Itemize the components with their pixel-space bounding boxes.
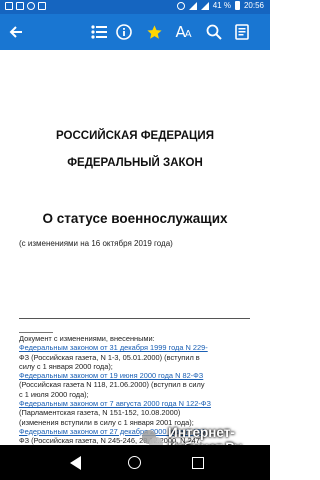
document-line: Документ с изменениями, внесенными: <box>19 334 155 343</box>
font-size-big-a: A <box>175 23 185 41</box>
document-title: О статусе военнослужащих <box>42 211 228 226</box>
wifi-icon <box>176 1 185 10</box>
font-size-icon[interactable]: AA <box>169 14 197 50</box>
document-heading-law-type: ФЕДЕРАЛЬНЫЙ ЗАКОН <box>67 157 203 169</box>
clock: 20:56 <box>243 1 264 10</box>
amendment-link[interactable]: Федеральным законом от 31 декабря 1999 г… <box>19 343 255 352</box>
signal-icon <box>188 1 197 10</box>
document-amendment-note: (с изменениями на 16 октября 2019 года) <box>19 239 173 248</box>
star-icon[interactable] <box>140 14 168 50</box>
document-line: ФЗ (Российская газета, N 1-3, 05.01.2000… <box>19 352 200 362</box>
status-bar: 41 % 20:56 <box>0 0 270 14</box>
document-line: (Российская газета N 118, 21.06.2000) (в… <box>19 380 205 390</box>
amendment-link[interactable]: Федеральным законом от 7 августа 2000 го… <box>19 399 255 408</box>
toolbar: AA <box>0 14 270 50</box>
nav-recent-apps-icon[interactable] <box>188 453 208 473</box>
navigation-bar <box>0 445 270 480</box>
amendment-link[interactable]: Федеральным законом от 19 июня 2000 года… <box>19 371 255 380</box>
document-heading-country: РОССИЙСКАЯ ФЕДЕРАЦИЯ <box>56 130 214 142</box>
notification-icon <box>38 2 46 10</box>
info-icon[interactable] <box>110 14 138 50</box>
watermark-line1: Интернет- <box>168 425 235 440</box>
divider <box>19 332 53 333</box>
notification-icon <box>5 2 13 10</box>
list-icon[interactable] <box>85 14 113 50</box>
divider <box>19 318 250 319</box>
document-view[interactable]: РОССИЙСКАЯ ФЕДЕРАЦИЯ ФЕДЕРАЛЬНЫЙ ЗАКОН О… <box>0 50 270 445</box>
battery-percent: 41 % <box>212 1 231 10</box>
document-line: с 1 июля 2000 года); <box>19 389 89 399</box>
nav-back-icon[interactable] <box>66 453 86 473</box>
notification-icon <box>16 2 24 10</box>
font-size-small-a: A <box>184 29 192 40</box>
search-icon[interactable] <box>200 14 228 50</box>
screen: { "status_bar": { "battery": "41 %", "ti… <box>0 0 270 480</box>
status-system-icons: 41 % 20:56 <box>176 1 264 10</box>
back-arrow-icon[interactable] <box>2 14 30 50</box>
signal-icon <box>200 1 209 10</box>
battery-icon <box>234 1 240 10</box>
status-notification-icons <box>5 2 46 10</box>
notification-icon <box>27 2 35 10</box>
document-line: силу с 1 января 2000 года); <box>19 361 113 371</box>
document-icon[interactable] <box>228 14 256 50</box>
nav-home-icon[interactable] <box>125 453 145 473</box>
